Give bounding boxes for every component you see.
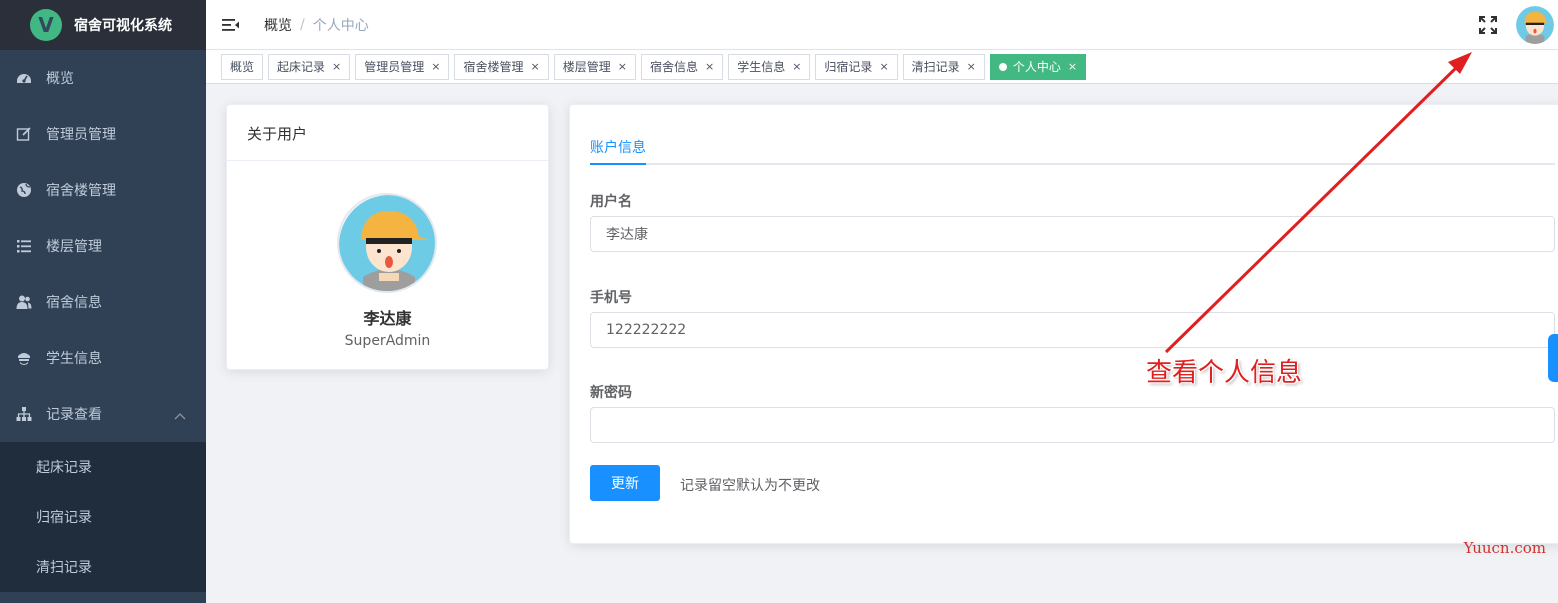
settings-drawer-handle[interactable] <box>1548 334 1558 382</box>
tag-dorm-info[interactable]: 宿舍信息 × <box>640 53 724 80</box>
close-icon[interactable]: × <box>967 55 976 79</box>
tab-active-bar <box>590 163 646 165</box>
form-hint: 记录留空默认为不更改 <box>680 478 820 494</box>
sidebar-item-student[interactable]: 学生信息 <box>0 330 206 386</box>
tags-view: 概览 起床记录 × 管理员管理 × 宿舍楼管理 × 楼层管理 × 宿舍信息 × 学生信息 ×… <box>206 50 1558 84</box>
sidebar-item-floor[interactable]: 楼层管理 <box>0 218 206 274</box>
sidebar-item-admin[interactable]: 管理员管理 <box>0 106 206 162</box>
breadcrumb: 概览 / 个人中心 <box>264 15 369 35</box>
active-dot-icon <box>998 62 1007 71</box>
edit-icon <box>16 126 32 142</box>
sidebar-item-label: 记录查看 <box>46 407 102 423</box>
breadcrumb-separator: / <box>300 16 305 33</box>
tag-floor-management[interactable]: 楼层管理 × <box>553 53 636 80</box>
tag-label: 管理员管理 <box>364 59 425 74</box>
tag-cleaning-records[interactable]: 清扫记录 × <box>902 53 985 80</box>
tabs: 账户信息 <box>590 125 1555 165</box>
sidebar-item-overview[interactable]: 概览 <box>0 50 206 106</box>
password-input[interactable] <box>590 407 1555 443</box>
tag-label: 学生信息 <box>737 59 786 74</box>
logo-icon: V <box>30 9 62 41</box>
password-label: 新密码 <box>590 385 632 401</box>
close-icon[interactable]: × <box>705 55 714 79</box>
hamburger-icon[interactable] <box>222 15 242 35</box>
sidebar-subitem-cleaning[interactable]: 清扫记录 <box>0 542 206 592</box>
avatar[interactable] <box>1516 6 1554 44</box>
chevron-up-icon <box>174 408 186 424</box>
close-icon[interactable]: × <box>332 55 341 79</box>
tag-student-info[interactable]: 学生信息 × <box>728 53 811 80</box>
tag-label: 起床记录 <box>277 59 326 74</box>
tag-label: 宿舍楼管理 <box>463 59 524 74</box>
account-form-card: 账户信息 用户名 手机号 新密码 更新 记录留空默认为不更改 <box>569 104 1558 544</box>
fullscreen-icon[interactable] <box>1478 15 1498 35</box>
tag-profile[interactable]: 个人中心 × <box>989 53 1087 80</box>
users-icon <box>16 294 32 310</box>
profile-name: 李达康 <box>363 309 412 328</box>
sidebar-item-label: 概览 <box>46 71 74 87</box>
navbar: 概览 / 个人中心 <box>206 0 1558 50</box>
user-card-header: 关于用户 <box>227 105 548 161</box>
update-button[interactable]: 更新 <box>590 465 660 501</box>
logo[interactable]: V 宿舍可视化系统 <box>0 0 206 50</box>
main-content: 关于用户 李达康 SuperAdmin 账户信息 用户名 手机号 新密码 更新 … <box>206 84 1558 603</box>
tag-return-records[interactable]: 归宿记录 × <box>815 53 898 80</box>
profile-avatar <box>337 193 437 293</box>
profile-role: SuperAdmin <box>344 333 431 349</box>
tag-label: 概览 <box>230 59 255 74</box>
tag-label: 个人中心 <box>1012 59 1061 74</box>
tag-wakeup-records[interactable]: 起床记录 × <box>268 53 351 80</box>
sidebar: V 宿舍可视化系统 概览 管理员管理 宿舍楼管理 楼层管理 宿舍信息 学生信息 … <box>0 0 206 603</box>
app-title: 宿舍可视化系统 <box>74 18 172 34</box>
tag-label: 归宿记录 <box>824 59 873 74</box>
phone-label: 手机号 <box>590 290 632 306</box>
username-input[interactable] <box>590 216 1555 252</box>
sidebar-item-dorm[interactable]: 宿舍信息 <box>0 274 206 330</box>
sidebar-item-label: 管理员管理 <box>46 127 116 143</box>
close-icon[interactable]: × <box>618 55 627 79</box>
sidebar-subitem-wakeup[interactable]: 起床记录 <box>0 442 206 492</box>
globe-icon <box>16 182 32 198</box>
breadcrumb-current: 个人中心 <box>312 17 369 34</box>
records-submenu: 起床记录 归宿记录 清扫记录 <box>0 442 206 592</box>
close-icon[interactable]: × <box>431 55 440 79</box>
user-card: 关于用户 李达康 SuperAdmin <box>226 104 549 370</box>
tab-account-info[interactable]: 账户信息 <box>590 137 646 157</box>
sidebar-item-label: 学生信息 <box>46 351 102 367</box>
list-icon <box>16 238 32 254</box>
sitemap-icon <box>16 406 32 422</box>
tag-label: 楼层管理 <box>562 59 611 74</box>
dashboard-icon <box>16 70 32 86</box>
breadcrumb-home[interactable]: 概览 <box>264 15 292 35</box>
student-icon <box>16 350 32 366</box>
tag-building-management[interactable]: 宿舍楼管理 × <box>454 53 549 80</box>
sidebar-subitem-return[interactable]: 归宿记录 <box>0 492 206 542</box>
sidebar-item-label: 楼层管理 <box>46 239 102 255</box>
close-icon[interactable]: × <box>792 55 801 79</box>
sidebar-item-records[interactable]: 记录查看 <box>0 386 206 442</box>
tag-label: 清扫记录 <box>911 59 960 74</box>
tag-label: 宿舍信息 <box>649 59 698 74</box>
watermark: Yuucn.com <box>1463 539 1546 557</box>
username-label: 用户名 <box>590 194 632 210</box>
tag-admin-management[interactable]: 管理员管理 × <box>355 53 450 80</box>
close-icon[interactable]: × <box>1068 55 1077 79</box>
close-icon[interactable]: × <box>531 55 540 79</box>
annotation-text: 查看个人信息 <box>1146 358 1303 388</box>
close-icon[interactable]: × <box>879 55 888 79</box>
sidebar-item-label: 宿舍楼管理 <box>46 183 116 199</box>
phone-input[interactable] <box>590 312 1555 348</box>
sidebar-item-building[interactable]: 宿舍楼管理 <box>0 162 206 218</box>
tag-overview[interactable]: 概览 <box>221 53 264 80</box>
sidebar-item-label: 宿舍信息 <box>46 295 102 311</box>
